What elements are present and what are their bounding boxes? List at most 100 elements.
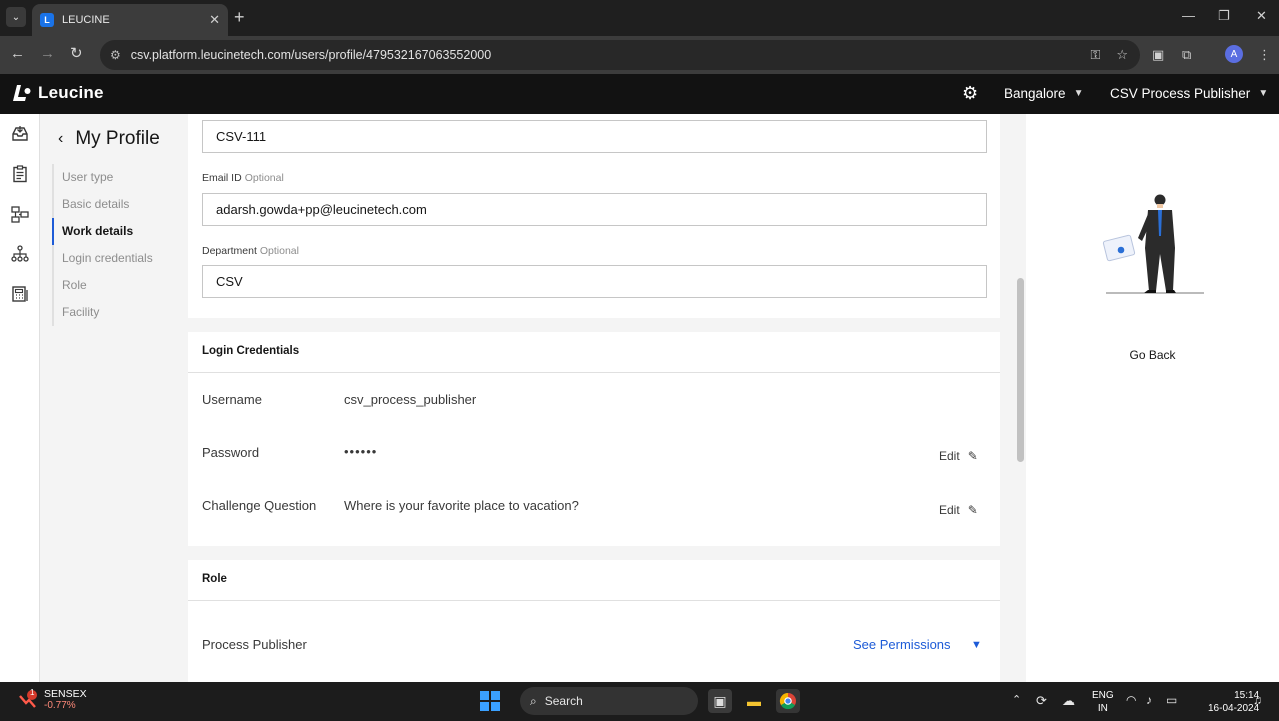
role-name: Process Publisher — [202, 637, 307, 652]
system-clock[interactable]: 15:14 16-04-2024 — [1208, 689, 1259, 715]
email-optional-tag: Optional — [244, 172, 284, 184]
username-value: csv_process_publisher — [344, 392, 477, 407]
bookmark-star-icon[interactable]: ☆ — [1116, 47, 1128, 63]
taskbar-center: ⌕ Search ▣ ▬ — [480, 687, 800, 715]
edit-challenge-label: Edit — [939, 503, 960, 517]
card-divider — [188, 600, 1000, 601]
search-icon: ⌕ — [530, 693, 537, 708]
clock-time: 15:14 — [1234, 690, 1260, 701]
hierarchy-icon[interactable] — [10, 244, 30, 264]
leucine-logo[interactable]: Leucine — [12, 83, 104, 103]
reload-icon[interactable]: ↻ — [70, 45, 83, 63]
language-indicator[interactable]: ENG IN — [1092, 689, 1114, 715]
department-field[interactable]: CSV — [202, 265, 987, 298]
task-view-icon[interactable]: ▣ — [708, 689, 732, 713]
edit-challenge-question-button[interactable]: Edit ✎ — [939, 503, 978, 517]
site-settings-icon[interactable]: ⚙ — [110, 48, 121, 62]
content-scrollbar-thumb[interactable] — [1017, 278, 1024, 462]
file-explorer-icon[interactable]: ▬ — [742, 689, 766, 713]
email-field[interactable]: adarsh.gowda+pp@leucinetech.com — [202, 193, 987, 226]
ticker-name: SENSEX — [44, 688, 87, 700]
settings-gear-icon[interactable]: ⚙ — [962, 83, 978, 104]
ticker-change: -0.77% — [44, 700, 76, 711]
nav-login-credentials[interactable]: Login credentials — [52, 245, 153, 272]
windows-start-icon[interactable] — [480, 691, 500, 711]
chevron-left-icon[interactable]: ‹ — [58, 130, 63, 148]
businessman-illustration-icon — [1102, 194, 1204, 294]
wifi-icon[interactable]: ◠ — [1126, 693, 1136, 707]
nav-role[interactable]: Role — [52, 272, 153, 299]
windows-taskbar: SENSEX -0.77% 1 ⌕ Search ▣ ▬ ⌃ ⟳ ☁ ENG I… — [0, 682, 1279, 721]
profile-section-nav: User type Basic details Work details Log… — [52, 164, 153, 326]
reports-icon[interactable] — [10, 284, 30, 304]
user-role-dropdown[interactable]: CSV Process Publisher ▼ — [1110, 86, 1268, 101]
stock-down-icon — [19, 689, 37, 708]
email-label: Email ID Optional — [202, 172, 284, 184]
new-tab-button[interactable]: + — [234, 7, 245, 27]
maximize-window-icon[interactable]: ❐ — [1218, 8, 1230, 24]
clock-date: 16-04-2024 — [1208, 703, 1260, 714]
chrome-app-icon[interactable] — [776, 689, 800, 713]
tab-search-chevron-icon[interactable]: ⌄ — [6, 7, 26, 27]
forward-arrow-icon[interactable]: → — [40, 45, 55, 63]
see-permissions-link[interactable]: See Permissions — [853, 637, 951, 652]
go-back-link[interactable]: Go Back — [1026, 348, 1279, 362]
leucine-favicon-icon: L — [40, 13, 54, 27]
browser-menu-icon[interactable]: ⋮ — [1258, 47, 1271, 63]
challenge-question-value: Where is your favorite place to vacation… — [344, 498, 579, 513]
nav-work-details[interactable]: Work details — [52, 218, 153, 245]
onedrive-cloud-icon[interactable]: ☁ — [1062, 693, 1075, 709]
close-window-icon[interactable]: ✕ — [1256, 8, 1267, 24]
tray-overflow-chevron-icon[interactable]: ⌃ — [1012, 693, 1021, 706]
back-arrow-icon[interactable]: ← — [10, 45, 25, 63]
stock-ticker-widget[interactable]: SENSEX -0.77% — [18, 688, 87, 711]
notification-bell-icon[interactable]: ♫ — [1253, 693, 1262, 707]
ticker-badge-count: 1 — [30, 688, 35, 697]
app-nav-rail — [0, 114, 40, 682]
department-optional-tag: Optional — [259, 245, 299, 257]
page-title: My Profile — [75, 128, 160, 149]
address-bar[interactable]: ⚙ csv.platform.leucinetech.com/users/pro… — [100, 40, 1140, 70]
browser-tab[interactable]: L LEUCINE ✕ — [32, 4, 228, 36]
brand-name: Leucine — [38, 83, 104, 102]
role-card: Role Process Publisher See Permissions ▼ — [188, 560, 1000, 682]
edit-password-button[interactable]: Edit ✎ — [939, 449, 978, 463]
process-flow-icon[interactable] — [10, 204, 30, 224]
employee-id-field[interactable]: CSV-111 — [202, 120, 987, 153]
user-role-name: CSV Process Publisher — [1110, 86, 1251, 101]
back-to-profile[interactable]: ‹ My Profile — [58, 128, 160, 150]
app-header: Leucine ⚙ Bangalore ▼ CSV Process Publis… — [0, 74, 1279, 114]
browser-toolbar: ← → ↻ ⚙ csv.platform.leucinetech.com/use… — [0, 36, 1279, 74]
browser-tabstrip: ⌄ L LEUCINE ✕ + — ❐ ✕ — [0, 0, 1279, 36]
chevron-down-icon: ▼ — [1258, 88, 1269, 99]
extensions-puzzle-icon[interactable]: ⧉ — [1182, 47, 1191, 63]
battery-icon[interactable]: ▭ — [1166, 693, 1177, 707]
checklist-icon[interactable] — [10, 164, 30, 184]
pencil-icon: ✎ — [967, 449, 978, 463]
taskbar-search[interactable]: ⌕ Search — [520, 687, 698, 715]
facility-dropdown[interactable]: Bangalore ▼ — [1004, 86, 1083, 101]
browser-profile-avatar[interactable]: A — [1225, 45, 1243, 63]
email-label-text: Email ID — [202, 172, 242, 184]
tab-close-icon[interactable]: ✕ — [209, 12, 220, 28]
nav-facility[interactable]: Facility — [52, 299, 153, 326]
lang-top: ENG — [1092, 690, 1114, 701]
card-divider — [188, 372, 1000, 373]
right-panel: Go Back — [1026, 114, 1279, 682]
url-text[interactable]: csv.platform.leucinetech.com/users/profi… — [131, 48, 491, 62]
nav-basic-details[interactable]: Basic details — [52, 191, 153, 218]
translate-icon[interactable]: ▣ — [1152, 47, 1164, 63]
inbox-icon[interactable] — [10, 124, 30, 144]
sync-icon[interactable]: ⟳ — [1036, 693, 1047, 709]
role-title: Role — [202, 573, 227, 585]
password-key-icon[interactable]: ⚿ — [1090, 47, 1100, 63]
department-label: Department Optional — [202, 245, 299, 257]
password-value: •••••• — [344, 444, 378, 459]
volume-icon[interactable]: ♪ — [1146, 693, 1152, 707]
caret-down-icon[interactable]: ▼ — [971, 639, 982, 651]
minimize-window-icon[interactable]: — — [1182, 8, 1195, 23]
lang-bottom: IN — [1097, 703, 1108, 714]
profile-main-content: CSV-111 Email ID Optional adarsh.gowda+pp… — [188, 114, 1000, 682]
password-label: Password — [202, 445, 260, 460]
nav-user-type[interactable]: User type — [52, 164, 153, 191]
